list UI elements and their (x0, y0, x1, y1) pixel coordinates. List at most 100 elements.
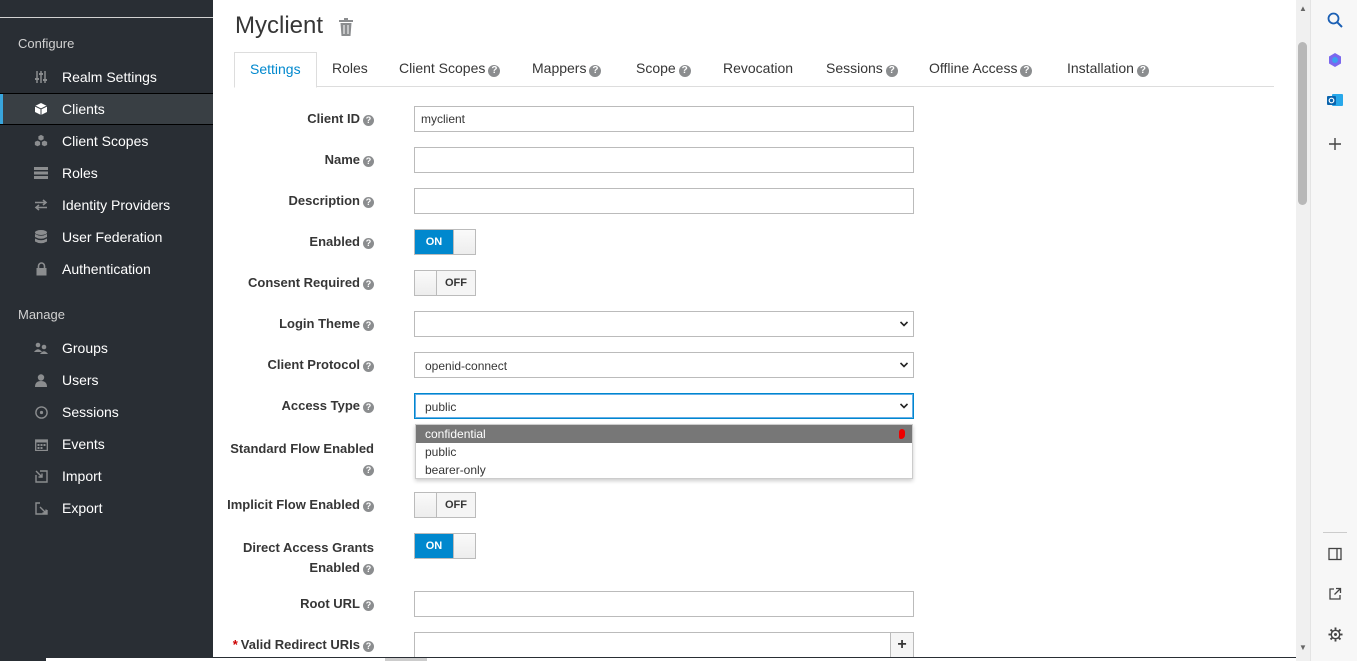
help-icon: ? (363, 402, 374, 413)
sidebar-item-label: Events (62, 436, 105, 452)
sidebar-item-label: Clients (62, 101, 105, 117)
redirect-uris-input[interactable] (414, 632, 891, 658)
tab-sessions[interactable]: Sessions? (811, 52, 913, 87)
sidebar-item-label: Sessions (62, 404, 119, 420)
open-external-icon[interactable] (1327, 586, 1343, 602)
description-input[interactable] (414, 188, 914, 214)
sidebar-item-label: Users (62, 372, 99, 388)
implicit-flow-toggle[interactable]: OFF (414, 492, 476, 518)
sidebar-item-label: Authentication (62, 261, 151, 277)
scrollbar-thumb[interactable] (1298, 42, 1307, 205)
users-icon (34, 341, 48, 355)
help-icon: ? (1136, 65, 1149, 77)
sidebar-item-user-federation[interactable]: User Federation (0, 221, 213, 253)
help-icon: ? (363, 465, 374, 476)
main-content: Myclient Settings Roles Client Scopes? M… (213, 0, 1296, 661)
help-icon: ? (363, 279, 374, 290)
tab-settings[interactable]: Settings (234, 52, 317, 88)
tab-scope[interactable]: Scope? (621, 52, 706, 87)
sidebar-item-label: Realm Settings (62, 69, 157, 85)
sidebar-item-label: Export (62, 500, 103, 516)
root-url-input[interactable] (414, 591, 914, 617)
help-icon: ? (363, 197, 374, 208)
help-icon: ? (363, 361, 374, 372)
enabled-toggle[interactable]: ON (414, 229, 476, 255)
help-icon: ? (488, 65, 501, 77)
sidebar-item-realm-settings[interactable]: Realm Settings (0, 61, 213, 93)
consent-required-toggle[interactable]: OFF (414, 270, 476, 296)
list-icon (34, 166, 48, 180)
help-icon: ? (363, 156, 374, 167)
dropdown-option-public[interactable]: public (416, 443, 912, 461)
database-icon (34, 230, 48, 244)
sidebar-item-roles[interactable]: Roles (0, 157, 213, 189)
gear-icon[interactable] (1327, 626, 1343, 642)
sliders-icon (34, 70, 48, 84)
help-icon: ? (363, 238, 374, 249)
sidebar-item-sessions[interactable]: Sessions (0, 396, 213, 428)
client-id-input[interactable]: myclient (414, 106, 914, 132)
search-icon[interactable] (1327, 12, 1343, 28)
name-input[interactable] (414, 147, 914, 173)
help-icon: ? (363, 600, 374, 611)
login-theme-select[interactable] (414, 311, 914, 337)
app-window: Configure Realm Settings Clients Client … (0, 0, 1357, 661)
divider (1323, 532, 1347, 533)
sidebar-item-label: Import (62, 468, 102, 484)
vertical-scrollbar[interactable]: ▲ ▼ (1296, 0, 1310, 661)
sidebar-item-authentication[interactable]: Authentication (0, 253, 213, 285)
scroll-down-icon[interactable]: ▼ (1299, 643, 1307, 652)
add-redirect-uri-button[interactable]: + (890, 632, 914, 658)
dropdown-option-bearer-only[interactable]: bearer-only (416, 461, 912, 479)
section-title-configure: Configure (18, 36, 75, 51)
outlook-icon[interactable] (1327, 92, 1343, 108)
copilot-icon[interactable] (1327, 52, 1343, 68)
access-type-select[interactable]: public (414, 393, 914, 419)
sidebar-item-groups[interactable]: Groups (0, 332, 213, 364)
sidebar-item-users[interactable]: Users (0, 364, 213, 396)
scroll-up-icon[interactable]: ▲ (1299, 4, 1307, 13)
help-icon: ? (678, 65, 691, 77)
help-icon: ? (589, 65, 602, 77)
sidebar-item-export[interactable]: Export (0, 492, 213, 524)
sidebar-item-label: Roles (62, 165, 98, 181)
dropdown-option-confidential[interactable]: confidential (416, 425, 912, 443)
sidebar: Configure Realm Settings Clients Client … (0, 0, 213, 661)
section-title-manage: Manage (18, 307, 65, 322)
horizontal-scrollbar[interactable] (0, 657, 1296, 661)
tab-mappers[interactable]: Mappers? (517, 52, 616, 87)
browser-side-panel (1310, 0, 1357, 661)
sidebar-item-label: User Federation (62, 229, 163, 245)
import-icon (34, 469, 48, 483)
sidebar-item-identity-providers[interactable]: Identity Providers (0, 189, 213, 221)
sidebar-item-import[interactable]: Import (0, 460, 213, 492)
chevron-down-icon (900, 403, 908, 409)
clock-icon (34, 405, 48, 419)
direct-access-toggle[interactable]: ON (414, 533, 476, 559)
sidebar-item-label: Client Scopes (62, 133, 149, 149)
sidebar-item-events[interactable]: Events (0, 428, 213, 460)
chevron-down-icon (900, 362, 908, 368)
sidebar-toggle-icon[interactable] (1327, 546, 1343, 562)
sidebar-item-clients[interactable]: Clients (0, 93, 213, 125)
trash-icon[interactable] (339, 18, 355, 36)
help-icon: ? (363, 641, 374, 652)
tab-roles[interactable]: Roles (317, 52, 383, 87)
lock-icon (34, 262, 48, 276)
tab-client-scopes[interactable]: Client Scopes? (384, 52, 515, 87)
tab-installation[interactable]: Installation? (1052, 52, 1164, 87)
chevron-down-icon (900, 321, 908, 327)
add-icon[interactable] (1327, 136, 1343, 152)
page-title: Myclient (235, 12, 324, 39)
tab-offline-access[interactable]: Offline Access? (914, 52, 1047, 87)
access-type-dropdown: confidential public bearer-only (415, 424, 913, 479)
client-protocol-select[interactable]: openid-connect (414, 352, 914, 378)
mouse-cursor-icon (899, 429, 905, 439)
sidebar-item-label: Groups (62, 340, 108, 356)
tab-bar: Settings Roles Client Scopes? Mappers? S… (234, 52, 1274, 88)
sidebar-item-label: Identity Providers (62, 197, 171, 213)
sidebar-item-client-scopes[interactable]: Client Scopes (0, 125, 213, 157)
help-icon: ? (885, 65, 898, 77)
tab-revocation[interactable]: Revocation (708, 52, 808, 87)
help-icon: ? (363, 501, 374, 512)
